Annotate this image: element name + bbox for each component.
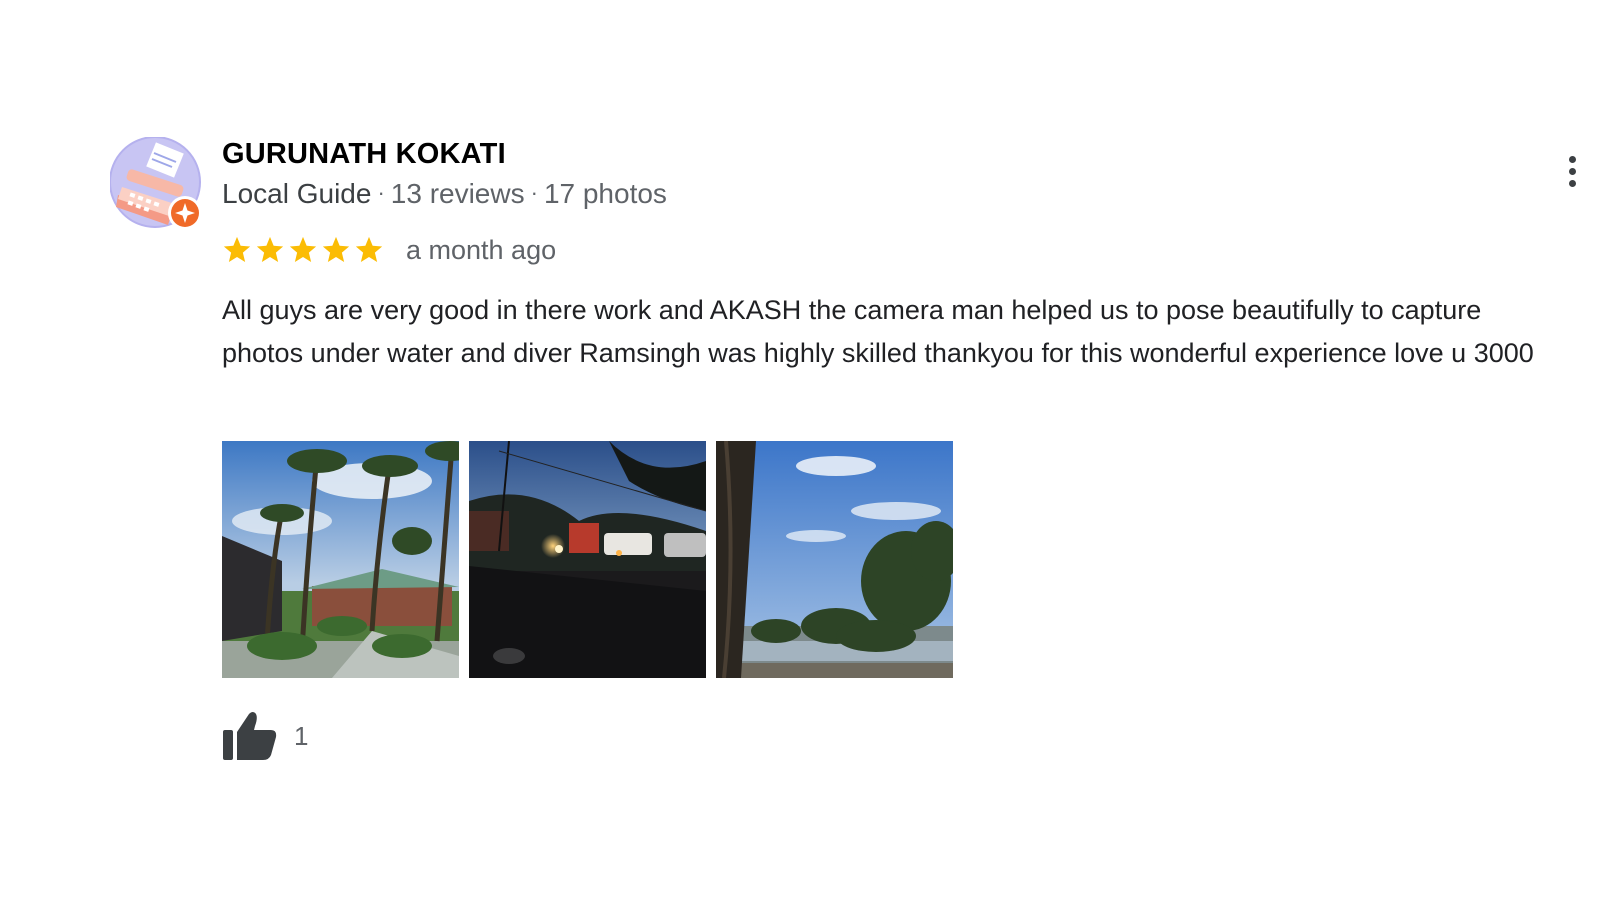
review-photos bbox=[222, 441, 953, 678]
thumbs-up-icon[interactable] bbox=[222, 710, 278, 762]
more-options-button[interactable] bbox=[1562, 156, 1582, 196]
separator-dot: · bbox=[530, 180, 538, 205]
likes-row: 1 bbox=[222, 710, 308, 762]
review-time: a month ago bbox=[406, 235, 557, 265]
star-icon bbox=[223, 236, 251, 262]
typewriter-avatar-icon bbox=[110, 137, 202, 230]
photos-count: 17 photos bbox=[543, 178, 667, 209]
reviews-count: 13 reviews bbox=[390, 178, 525, 209]
star-icon bbox=[355, 236, 383, 262]
star-icon bbox=[322, 236, 350, 262]
local-guide-badge-icon bbox=[168, 196, 202, 230]
star-icon bbox=[289, 236, 317, 262]
review-card: GURUNATH KOKATI Local Guide · 13 reviews · 1… bbox=[0, 0, 1600, 900]
review-photo-2[interactable] bbox=[469, 441, 706, 678]
review-photo-3[interactable] bbox=[716, 441, 953, 678]
author-name[interactable]: GURUNATH KOKATI bbox=[222, 136, 667, 172]
review-header: GURUNATH KOKATI Local Guide · 13 reviews · 1… bbox=[222, 136, 667, 211]
more-vertical-icon bbox=[1562, 156, 1582, 187]
separator-dot: · bbox=[377, 180, 385, 205]
like-count: 1 bbox=[294, 720, 309, 751]
review-text: All guys are very good in there work and… bbox=[222, 295, 1534, 368]
author-avatar[interactable] bbox=[110, 137, 204, 231]
star-icon bbox=[256, 236, 284, 262]
local-guide-label: Local Guide bbox=[222, 178, 372, 209]
rating-row: a month ago bbox=[222, 232, 556, 268]
star-rating bbox=[222, 235, 384, 265]
author-meta: Local Guide · 13 reviews · 17 photos bbox=[222, 176, 667, 211]
review-photo-1[interactable] bbox=[222, 441, 459, 678]
